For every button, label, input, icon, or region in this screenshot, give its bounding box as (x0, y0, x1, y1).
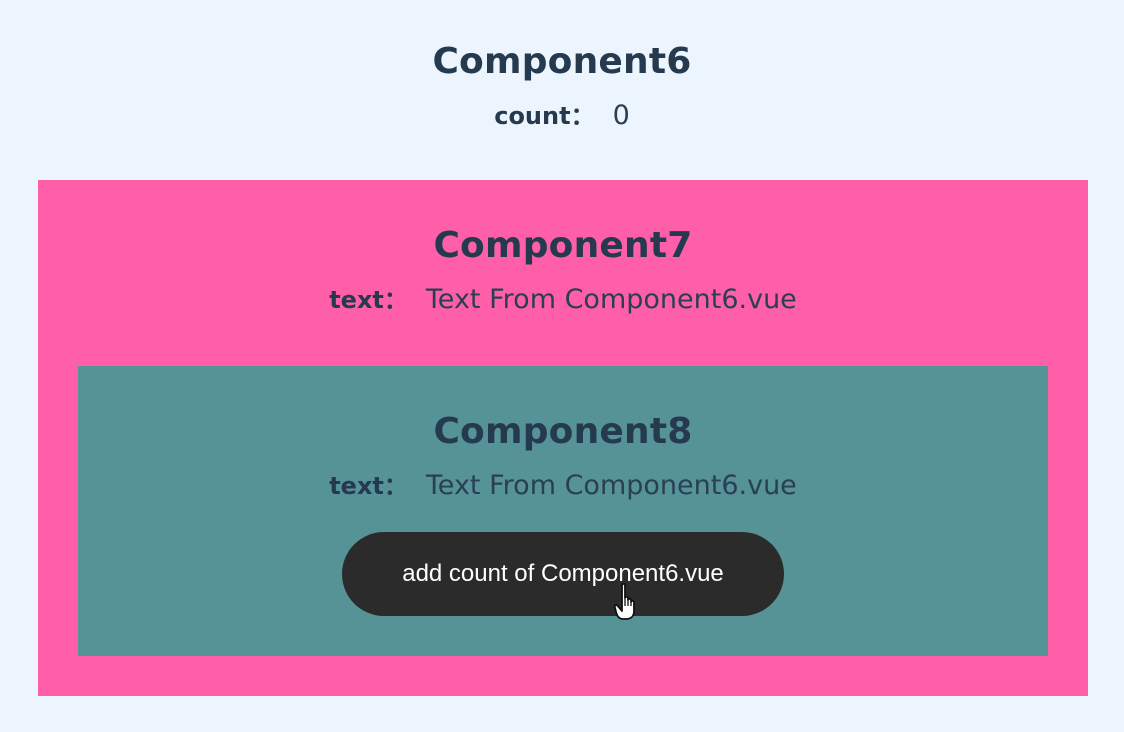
add-count-button[interactable]: add count of Component6.vue (342, 532, 784, 616)
component8-text-label: text： (329, 472, 408, 500)
component8-text-row: text： Text From Component6.vue (78, 472, 1048, 499)
component7-title: Component7 (433, 225, 693, 266)
component6-count-row: count： 0 (0, 102, 1124, 129)
component8-title: Component8 (433, 411, 693, 452)
component6-panel: Component6 count： 0 (0, 0, 1124, 180)
component7-text-row: text： Text From Component6.vue (38, 286, 1088, 313)
component7-text-label: text： (329, 286, 408, 314)
component7-panel: Component7 text： Text From Component6.vue… (38, 180, 1088, 696)
component6-title: Component6 (432, 41, 692, 82)
count-label: count： (494, 102, 595, 130)
component7-text-value: Text From Component6.vue (425, 284, 797, 315)
component8-text-value: Text From Component6.vue (425, 470, 797, 501)
component8-panel: Component8 text： Text From Component6.vue… (78, 366, 1048, 656)
count-value: 0 (612, 100, 630, 131)
